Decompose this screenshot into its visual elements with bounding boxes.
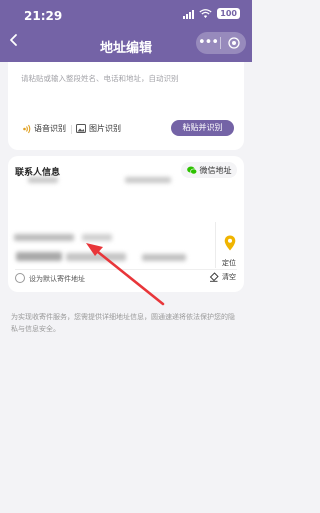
image-label: 图片识别: [89, 124, 121, 133]
region-field-redacted[interactable]: [14, 234, 74, 241]
image-recognition-button[interactable]: 图片识别: [76, 123, 121, 134]
smart-paste-input[interactable]: 请粘贴或输入整段姓名、电话和地址，自动识别: [21, 73, 179, 84]
wechat-label: 微信地址: [199, 165, 232, 175]
wechat-address-button[interactable]: 微信地址: [181, 162, 237, 178]
locate-button[interactable]: 定位: [215, 222, 245, 268]
clear-button[interactable]: 清空: [209, 272, 236, 282]
paste-recognize-button[interactable]: 粘贴并识别: [171, 120, 234, 136]
wechat-icon: [186, 166, 197, 174]
image-icon: [76, 124, 86, 133]
battery-indicator: 100: [217, 8, 240, 19]
app-header: 21:29 100 地址编辑 •••: [0, 0, 252, 62]
status-time: 21:29: [24, 9, 63, 23]
region-field-redacted-2: [82, 234, 112, 241]
privacy-notice: 为实现收寄件服务，您需提供详细地址信息，圆通速递将依法保护您的隐私与信息安全。: [11, 313, 235, 333]
close-miniprogram-icon[interactable]: [221, 37, 246, 49]
more-options-icon[interactable]: •••: [196, 36, 220, 49]
miniprogram-capsule: •••: [196, 32, 246, 54]
detail-address-redacted-3: [142, 254, 186, 261]
status-icons: 100: [183, 8, 240, 19]
default-address-radio[interactable]: [15, 273, 25, 283]
signal-icon: [183, 9, 195, 19]
location-pin-icon: [224, 235, 236, 251]
voice-recognition-button[interactable]: 语音识别: [22, 123, 66, 134]
detail-address-redacted-2: [66, 253, 126, 261]
name-field-redacted[interactable]: [28, 177, 58, 183]
locate-label: 定位: [222, 259, 236, 267]
wifi-icon: [199, 8, 212, 18]
smart-paste-card: 请粘贴或输入整段姓名、电话和地址，自动识别 语音识别 图片识别 粘贴并识别: [8, 62, 244, 150]
detail-address-redacted[interactable]: [16, 252, 62, 261]
default-address-label: 设为默认寄件地址: [29, 275, 85, 283]
clear-label: 清空: [222, 273, 236, 281]
phone-field-redacted[interactable]: [125, 177, 171, 183]
voice-label: 语音识别: [34, 124, 66, 133]
contact-info-card: 联系人信息 微信地址 定位 设为默认寄件地址 清空: [8, 156, 244, 292]
tool-divider: [71, 125, 72, 134]
card-divider: [15, 269, 237, 270]
voice-icon: [23, 124, 31, 133]
eraser-icon: [209, 272, 219, 282]
